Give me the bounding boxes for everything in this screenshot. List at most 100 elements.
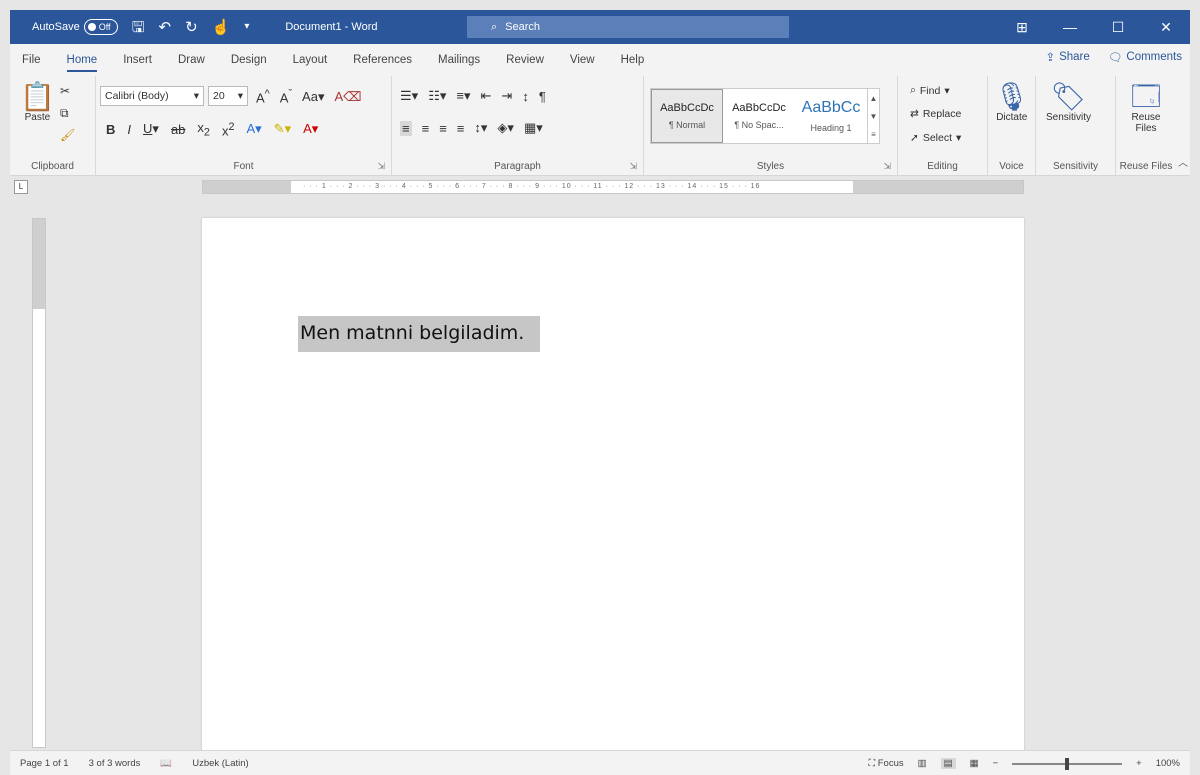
language[interactable]: Uzbek (Latin) (192, 758, 249, 769)
horizontal-ruler[interactable]: · · · 1 · · · 2 · · · 3 · · · 4 · · · 5 … (202, 180, 1024, 194)
zoom-slider-thumb[interactable] (1065, 757, 1070, 770)
underline-icon[interactable]: U▾ (143, 121, 159, 137)
style-name: Heading 1 (810, 123, 852, 133)
collapse-ribbon-icon[interactable]: ︿ (1178, 154, 1188, 169)
word-count[interactable]: 3 of 3 words (89, 758, 141, 769)
align-center-icon[interactable]: ≡ (422, 121, 430, 136)
numbering-icon[interactable]: ☷▾ (428, 88, 446, 104)
cut-icon[interactable]: ✂ (60, 84, 70, 98)
select-button[interactable]: ➚ Select ▾ (910, 132, 961, 144)
tab-design[interactable]: Design (231, 48, 267, 72)
sensitivity-button[interactable]: 🏷 Sensitivity (1046, 82, 1091, 124)
web-layout-icon[interactable]: ▦ (970, 758, 979, 769)
dictate-button[interactable]: 🎙 Dictate (994, 81, 1030, 124)
shading-icon[interactable]: ◈▾ (497, 120, 514, 136)
styles-scroll[interactable]: ▲ ▼ ≡ (867, 89, 879, 143)
replace-button[interactable]: ⇄ Replace (910, 108, 961, 120)
show-marks-icon[interactable]: ¶ (539, 89, 546, 104)
chevron-up-icon[interactable]: ▲ (870, 94, 878, 103)
bullets-icon[interactable]: ☰▾ (400, 88, 418, 104)
read-mode-icon[interactable]: ▥ (918, 758, 927, 769)
grow-font-icon[interactable]: A^ (256, 88, 270, 105)
find-button[interactable]: ⌕ Find ▾ (910, 84, 950, 97)
clear-formatting-icon[interactable]: A⌫ (334, 89, 361, 105)
tab-mailings[interactable]: Mailings (438, 48, 480, 72)
tab-insert[interactable]: Insert (123, 48, 152, 72)
style-no-spacing[interactable]: AaBbCcDc ¶ No Spac... (723, 89, 795, 143)
minimize-button[interactable]: — (1046, 19, 1094, 35)
paragraph-dialog-launcher-icon[interactable]: ⇲ (629, 161, 637, 172)
selected-text[interactable]: Men matnni belgiladim. (298, 316, 541, 352)
text-effects-icon[interactable]: A▾ (246, 121, 261, 137)
strikethrough-icon[interactable]: ab (171, 122, 185, 137)
tab-layout[interactable]: Layout (293, 48, 328, 72)
highlight-icon[interactable]: ✎▾ (274, 121, 291, 137)
chevron-down-icon[interactable]: ▼ (870, 112, 878, 121)
line-spacing-icon[interactable]: ↕▾ (474, 120, 487, 136)
style-normal[interactable]: AaBbCcDc ¶ Normal (651, 89, 723, 143)
tab-selector[interactable]: L (14, 180, 28, 194)
status-bar: Page 1 of 1 3 of 3 words 📖 Uzbek (Latin)… (10, 750, 1190, 775)
align-right-icon[interactable]: ≡ (439, 121, 447, 136)
copy-icon[interactable]: ⧉ (60, 106, 69, 121)
superscript-icon[interactable]: x2 (222, 121, 235, 138)
undo-icon[interactable]: ↶ (158, 20, 171, 35)
font-size-dropdown[interactable]: 20 ▾ (208, 86, 248, 106)
tab-draw[interactable]: Draw (178, 48, 205, 72)
paste-button[interactable]: 📋 Paste (20, 82, 55, 124)
tab-file[interactable]: File (22, 48, 41, 72)
tab-view[interactable]: View (570, 48, 595, 72)
zoom-out-icon[interactable]: − (993, 758, 999, 769)
italic-icon[interactable]: I (127, 122, 131, 137)
increase-indent-icon[interactable]: ⇥ (501, 88, 512, 104)
align-left-icon[interactable]: ≡ (400, 120, 412, 136)
zoom-in-icon[interactable]: + (1136, 758, 1142, 769)
style-heading-1[interactable]: AaBbCc Heading 1 (795, 89, 867, 143)
ribbon-display-icon[interactable]: ⊞ (998, 19, 1046, 36)
more-styles-icon[interactable]: ≡ (871, 130, 876, 139)
tab-review[interactable]: Review (506, 48, 544, 72)
comments-button[interactable]: 🗨 Comments (1108, 50, 1182, 64)
redo-icon[interactable]: ↻ (185, 20, 198, 35)
tab-help[interactable]: Help (621, 48, 645, 72)
multilevel-list-icon[interactable]: ≡▾ (456, 88, 470, 104)
shrink-font-icon[interactable]: Aˇ (280, 88, 292, 105)
touch-mode-icon[interactable]: ☝ (212, 20, 231, 35)
styles-gallery: AaBbCcDc ¶ Normal AaBbCcDc ¶ No Spac... … (650, 88, 880, 144)
reuse-files-button[interactable]: 🗔 Reuse Files (1124, 82, 1168, 135)
customize-toolbar-icon[interactable]: ▾ (244, 22, 249, 32)
tab-home[interactable]: Home (66, 48, 97, 72)
print-layout-icon[interactable]: ▤ (940, 758, 956, 769)
decrease-indent-icon[interactable]: ⇤ (481, 88, 492, 104)
comment-icon: 🗨 (1107, 52, 1123, 64)
vertical-ruler[interactable] (32, 218, 46, 748)
page-count[interactable]: Page 1 of 1 (20, 758, 69, 769)
document-page[interactable]: Men matnni belgiladim. (202, 218, 1024, 758)
share-button[interactable]: ⇪ Share (1045, 50, 1089, 64)
font-name-dropdown[interactable]: Calibri (Body) ▾ (100, 86, 204, 106)
zoom-level[interactable]: 100% (1156, 758, 1180, 769)
zoom-slider[interactable] (1012, 757, 1123, 770)
paragraph-group-label: Paragraph (494, 161, 541, 172)
save-icon[interactable]: 🖫 (132, 20, 145, 35)
bold-icon[interactable]: B (106, 122, 115, 137)
autosave-toggle[interactable]: AutoSave Off (32, 19, 118, 35)
autosave-switch[interactable]: Off (83, 19, 118, 35)
styles-dialog-launcher-icon[interactable]: ⇲ (883, 161, 891, 172)
font-dialog-launcher-icon[interactable]: ⇲ (377, 161, 385, 172)
font-color-icon[interactable]: A▾ (303, 121, 318, 137)
maximize-button[interactable]: ☐ (1094, 19, 1142, 36)
close-button[interactable]: ✕ (1142, 19, 1190, 36)
subscript-icon[interactable]: x2 (197, 120, 210, 139)
format-painter-icon[interactable]: 🖌 (60, 128, 75, 142)
borders-icon[interactable]: ▦▾ (524, 120, 543, 136)
autosave-label: AutoSave (32, 21, 80, 33)
proofing-icon[interactable]: 📖 (160, 758, 172, 769)
change-case-icon[interactable]: Aa▾ (302, 89, 324, 105)
search-box[interactable]: ⌕ Search (467, 16, 789, 38)
justify-icon[interactable]: ≡ (457, 121, 465, 136)
microphone-icon: 🎙 (994, 81, 1030, 112)
sort-icon[interactable]: ↕ (522, 89, 529, 104)
focus-button[interactable]: ⛶ Focus (868, 758, 903, 769)
tab-references[interactable]: References (353, 48, 412, 72)
